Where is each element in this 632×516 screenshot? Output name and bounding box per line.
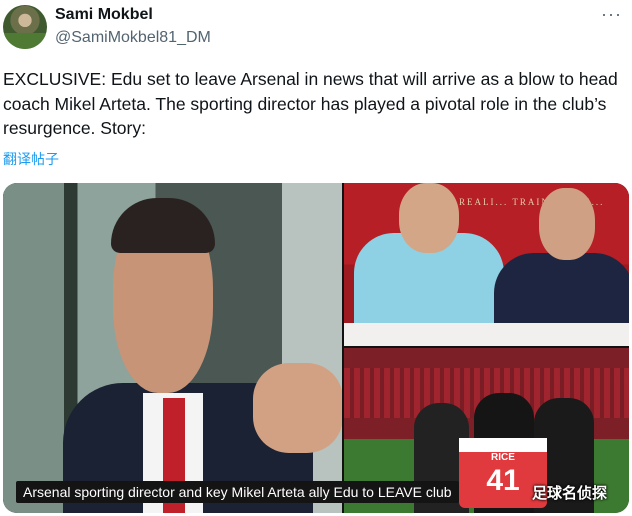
edu-head [539, 188, 595, 260]
more-horizontal-icon[interactable]: ··· [601, 4, 622, 25]
author-display-name[interactable]: Sami Mokbel [55, 6, 153, 24]
signing-table [344, 323, 629, 346]
photo-edu-clapping[interactable] [3, 183, 342, 513]
jersey-white-band [459, 438, 547, 452]
tweet-text: EXCLUSIVE: Edu set to leave Arsenal in n… [3, 69, 623, 138]
translate-post-link[interactable]: 翻译帖子 [3, 149, 59, 169]
author-handle[interactable]: @SamiMokbel81_DM [55, 29, 211, 47]
photo-arteta-signing[interactable]: REALI... TRAINING CE... [344, 183, 629, 346]
avatar[interactable] [3, 5, 47, 49]
avatar-pitch [3, 33, 47, 49]
watermark: 足球名侦探 [532, 485, 608, 502]
arteta-head [399, 183, 459, 253]
clapping-hands [253, 363, 342, 453]
jersey-name: RICE [491, 452, 515, 463]
tweet-media[interactable]: REALI... TRAINING CE... RICE 41 [3, 183, 629, 513]
media-caption: Arsenal sporting director and key Mikel … [16, 481, 459, 503]
hair [111, 198, 215, 253]
